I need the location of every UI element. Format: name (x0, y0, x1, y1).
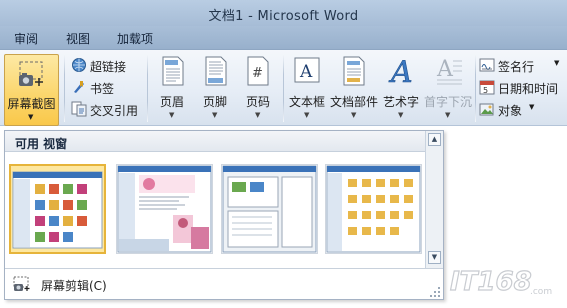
screenshot-dropdown-arrow: ▼ (28, 113, 34, 121)
gallery-header: 可用 视窗 (5, 131, 425, 152)
bookmark-button[interactable]: 书签 (71, 79, 141, 96)
page-number-button[interactable]: # 页码 ▼ (238, 56, 278, 122)
quick-parts-label: 文档部件 (330, 95, 379, 109)
date-time-label: 日期和时间 (498, 82, 559, 96)
screenshot-gallery-dropdown: 可用 视窗 ▲ ▼ 屏幕剪辑(C) (4, 130, 444, 300)
signature-line-button[interactable]: 签名行 ▼ (479, 57, 565, 74)
textbox-button[interactable]: A 文本框 ▼ (286, 56, 328, 122)
explorer-window-preview (222, 165, 317, 253)
window-thumbnail-1[interactable] (9, 164, 106, 254)
screenshot-icon (19, 61, 43, 86)
drop-cap-dropdown-arrow: ▼ (445, 111, 451, 119)
svg-text:IT168: IT168 (450, 267, 532, 297)
page-number-dropdown-arrow: ▼ (255, 111, 261, 119)
cross-reference-button[interactable]: 交叉引用 (71, 101, 143, 118)
desktop-window-preview (12, 171, 103, 249)
header-dropdown-arrow: ▼ (169, 111, 175, 119)
window-thumbnail-4[interactable] (325, 164, 422, 254)
tab-addins[interactable]: 加载项 (117, 30, 153, 47)
document-parts-icon (343, 56, 365, 86)
cross-reference-label: 交叉引用 (90, 104, 139, 118)
resize-grip-icon[interactable] (429, 286, 441, 298)
tab-review[interactable]: 审阅 (14, 30, 38, 47)
svg-text:#: # (252, 66, 263, 81)
it168-watermark-logo: IT168 .com (449, 266, 552, 297)
window-title: 文档1 - Microsoft Word (208, 9, 359, 24)
svg-text:A: A (299, 62, 313, 82)
gallery-scrollbar[interactable]: ▲ ▼ (425, 131, 443, 268)
folder-window-preview (326, 165, 421, 253)
scroll-up-button[interactable]: ▲ (428, 133, 441, 146)
wordart-dropdown-arrow: ▼ (398, 111, 404, 119)
group-separator (64, 54, 65, 122)
page-number-icon: # (247, 56, 269, 86)
group-separator (283, 54, 284, 122)
footer-dropdown-arrow: ▼ (212, 111, 218, 119)
group-separator (147, 54, 148, 122)
svg-text:A: A (388, 56, 413, 86)
svg-text:.com: .com (530, 287, 552, 297)
bookmark-label: 书签 (90, 82, 115, 96)
title-bar: 文档1 - Microsoft Word (0, 0, 567, 26)
object-label: 对象 (498, 104, 523, 118)
window-thumbnail-3[interactable] (221, 164, 318, 254)
hyperlink-label: 超链接 (90, 60, 127, 74)
signature-line-dropdown-arrow: ▼ (554, 59, 560, 67)
bookmark-icon (74, 81, 84, 93)
wordart-label: 艺术字 (382, 95, 419, 109)
header-button[interactable]: 页眉 ▼ (152, 56, 192, 122)
group-separator (475, 54, 476, 122)
date-time-button[interactable]: 5 日期和时间 (479, 79, 565, 96)
signature-line-icon (479, 58, 495, 72)
drop-cap-button: A 首字下沉 ▼ (423, 56, 473, 122)
available-windows-heading: 可用 视窗 (15, 137, 68, 151)
object-icon (479, 103, 494, 116)
window-thumbnail-2[interactable] (116, 164, 213, 254)
screen-clipping-item[interactable]: 屏幕剪辑(C) (5, 268, 443, 299)
drop-cap-icon: A (436, 57, 462, 85)
wordart-icon: A (388, 56, 413, 86)
ribbon-tab-row: 审阅 视图 加载项 (0, 26, 567, 50)
svg-text:A: A (436, 57, 454, 82)
wordart-button[interactable]: A 艺术字 ▼ (381, 56, 421, 122)
header-label: 页眉 (159, 95, 184, 109)
screen-clipping-label: 屏幕剪辑(C) (41, 279, 107, 293)
textbox-label: 文本框 (288, 95, 325, 109)
page-header-icon (162, 56, 184, 86)
signature-line-label: 签名行 (498, 60, 535, 74)
webpage-window-preview (117, 165, 212, 253)
page-footer-icon (205, 56, 227, 86)
drop-cap-label: 首字下沉 (423, 95, 472, 109)
screen-clipping-icon (13, 276, 30, 291)
svg-text:5: 5 (483, 86, 488, 95)
tab-view[interactable]: 视图 (66, 30, 90, 47)
footer-label: 页脚 (202, 95, 227, 109)
page-number-label: 页码 (245, 95, 270, 109)
window-thumbnails (5, 153, 425, 268)
screenshot-button[interactable]: 屏幕截图 ▼ (4, 54, 59, 126)
object-dropdown-arrow: ▼ (529, 103, 535, 111)
quick-parts-dropdown-arrow: ▼ (351, 111, 357, 119)
textbox-icon: A (294, 57, 320, 83)
cross-reference-icon (71, 101, 87, 117)
globe-link-icon (72, 58, 86, 72)
quick-parts-button[interactable]: 文档部件 ▼ (330, 56, 378, 122)
calendar-icon: 5 (479, 80, 495, 95)
footer-button[interactable]: 页脚 ▼ (195, 56, 235, 122)
screenshot-label: 屏幕截图 (7, 97, 56, 111)
object-button[interactable]: 对象 ▼ (479, 101, 565, 118)
hyperlink-button[interactable]: 超链接 (71, 57, 141, 74)
scroll-down-button[interactable]: ▼ (428, 251, 441, 264)
textbox-dropdown-arrow: ▼ (304, 111, 310, 119)
